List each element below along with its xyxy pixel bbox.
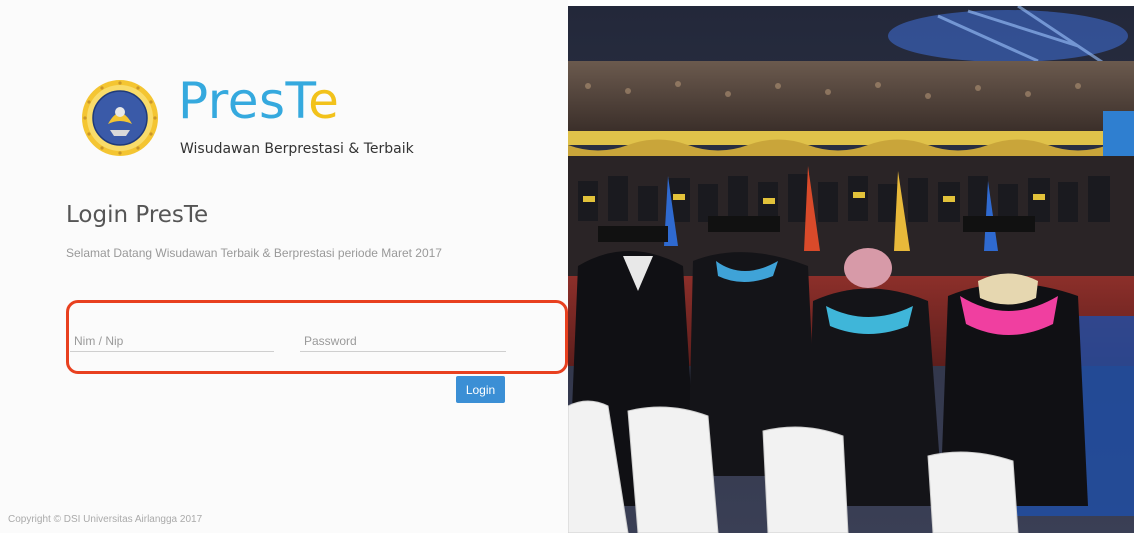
brand-name-accent: e [308,72,340,130]
copyright-text: Copyright © DSI Universitas Airlangga 20… [8,514,203,525]
password-input[interactable] [300,330,506,352]
graduation-ceremony-photo [568,6,1134,533]
brand-name-main: PresT [178,72,309,130]
nim-input[interactable] [70,330,274,352]
university-seal-icon [82,80,158,156]
login-panel: PresTe Wisudawan Berprestasi & Terbaik L… [0,0,568,533]
brand-name: PresTe [178,76,339,126]
page-title: Login PresTe [66,202,209,228]
preste-logo: PresTe Wisudawan Berprestasi & Terbaik [80,76,414,168]
login-button[interactable]: Login [456,376,505,403]
welcome-message: Selamat Datang Wisudawan Terbaik & Berpr… [66,246,442,260]
brand-tagline: Wisudawan Berprestasi & Terbaik [180,141,414,157]
graduation-photo-illustration [568,6,1134,533]
